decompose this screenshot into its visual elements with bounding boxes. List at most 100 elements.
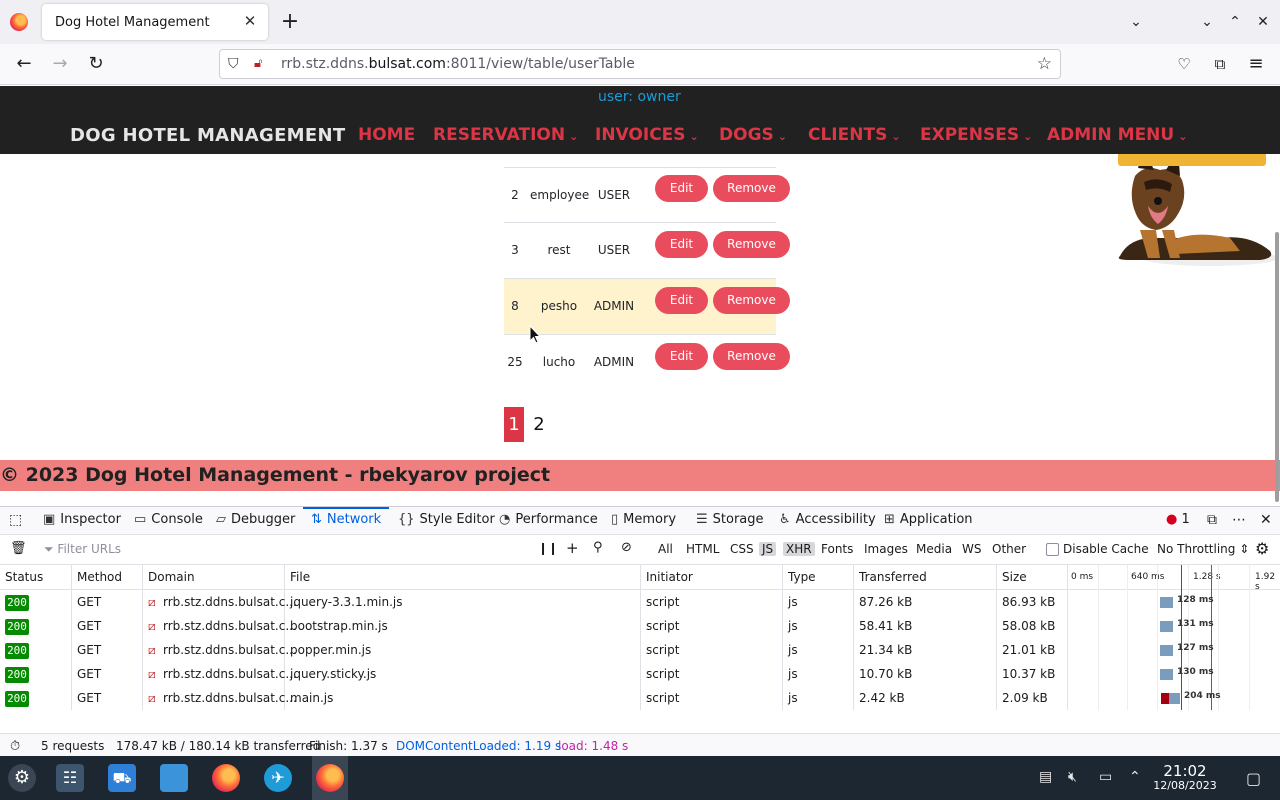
throttling-select[interactable]: No Throttling ⇕ bbox=[1157, 542, 1249, 556]
tab-style-editor[interactable]: {} Style Editor bbox=[398, 512, 495, 527]
table-row[interactable]: 200 GET ⧄ rrb.stz.ddns.bulsat.c... boots… bbox=[0, 614, 1280, 638]
clock[interactable]: 21:02 12/08/2023 bbox=[1152, 763, 1218, 793]
page-link-1[interactable]: 1 bbox=[504, 407, 524, 442]
maximize-icon[interactable]: ⌃ bbox=[1225, 12, 1245, 32]
tab-application[interactable]: ⊞ Application bbox=[884, 512, 973, 527]
filter-html[interactable]: HTML bbox=[686, 542, 719, 556]
remove-button[interactable]: Remove bbox=[713, 343, 790, 370]
forward-icon[interactable]: → bbox=[48, 52, 72, 76]
firefox-icon[interactable] bbox=[10, 13, 28, 31]
filter-all[interactable]: All bbox=[658, 542, 673, 556]
request-file: bootstrap.min.js bbox=[290, 619, 388, 633]
dock-icon[interactable]: ⧉ bbox=[1207, 512, 1217, 528]
tray-expand-icon[interactable]: ⌃ bbox=[1129, 769, 1141, 785]
firefox-icon[interactable] bbox=[212, 764, 240, 792]
filter-urls-input[interactable]: ⏷ Filter URLs bbox=[44, 542, 121, 557]
close-window-icon[interactable]: ✕ bbox=[1253, 12, 1273, 32]
column-type[interactable]: Type bbox=[788, 570, 816, 584]
menu-icon[interactable]: ≡ bbox=[1244, 52, 1268, 76]
element-picker-icon[interactable]: ⬚ bbox=[9, 512, 22, 528]
url-bar[interactable]: ⛉ 🔓︎ rrb.stz.ddns.bulsat.com:8011/view/t… bbox=[219, 49, 1061, 79]
filter-xhr[interactable]: XHR bbox=[783, 542, 815, 556]
pause-icon[interactable]: ❙❙ bbox=[538, 541, 558, 555]
page-scrollbar[interactable] bbox=[1275, 232, 1279, 502]
table-row[interactable]: 200 GET ⧄ rrb.stz.ddns.bulsat.c... main.… bbox=[0, 686, 1280, 710]
filter-fonts[interactable]: Fonts bbox=[821, 542, 853, 556]
tab-list-icon[interactable]: ⌄ bbox=[1126, 12, 1146, 32]
settings-gear-icon[interactable]: ⚙ bbox=[1255, 539, 1269, 558]
column-size[interactable]: Size bbox=[1002, 570, 1027, 584]
start-menu-icon[interactable]: ⚙ bbox=[8, 764, 36, 792]
tab-inspector[interactable]: ▣ Inspector bbox=[43, 512, 121, 527]
insecure-lock-icon[interactable]: 🔓︎ bbox=[254, 56, 262, 71]
edit-button[interactable]: Edit bbox=[655, 231, 708, 258]
minimize-icon[interactable]: ⌄ bbox=[1197, 12, 1217, 32]
summary-load: load: 1.48 s bbox=[558, 739, 629, 753]
show-desktop-icon[interactable]: ▢ bbox=[1246, 769, 1261, 788]
filter-images[interactable]: Images bbox=[864, 542, 908, 556]
remove-button[interactable]: Remove bbox=[713, 231, 790, 258]
remove-button[interactable]: Remove bbox=[713, 175, 790, 202]
edit-button[interactable]: Edit bbox=[655, 175, 708, 202]
menu-invoices[interactable]: INVOICES ⌄ bbox=[595, 125, 699, 145]
error-count-badge[interactable]: ● 1 bbox=[1166, 512, 1190, 527]
menu-reservation[interactable]: RESERVATION ⌄ bbox=[433, 125, 578, 145]
tab-performance[interactable]: ◔ Performance bbox=[499, 512, 598, 527]
block-icon[interactable]: ⊘ bbox=[621, 540, 632, 555]
tab-console[interactable]: ▭ Console bbox=[134, 512, 203, 527]
volume-muted-icon[interactable]: 🔇︎ bbox=[1068, 769, 1077, 785]
kde-connect-icon[interactable]: ✈ bbox=[264, 764, 292, 792]
filter-other[interactable]: Other bbox=[992, 542, 1026, 556]
column-domain[interactable]: Domain bbox=[148, 570, 195, 584]
menu-admin[interactable]: ADMIN MENU ⌄ bbox=[1047, 125, 1187, 145]
extensions-icon[interactable]: ⧉ bbox=[1208, 52, 1232, 76]
column-initiator[interactable]: Initiator bbox=[646, 570, 693, 584]
menu-clients[interactable]: CLIENTS ⌄ bbox=[808, 125, 901, 145]
column-status[interactable]: Status bbox=[5, 570, 43, 584]
table-row[interactable]: 200 GET ⧄ rrb.stz.ddns.bulsat.c... poppe… bbox=[0, 638, 1280, 662]
column-method[interactable]: Method bbox=[77, 570, 122, 584]
filter-css[interactable]: CSS bbox=[730, 542, 754, 556]
table-row[interactable]: 200 GET ⧄ rrb.stz.ddns.bulsat.c... jquer… bbox=[0, 590, 1280, 614]
browser-tab[interactable]: Dog Hotel Management ✕ bbox=[42, 4, 268, 40]
menu-dogs[interactable]: DOGS ⌄ bbox=[719, 125, 787, 145]
menu-expenses[interactable]: EXPENSES ⌄ bbox=[920, 125, 1032, 145]
filter-js[interactable]: JS bbox=[759, 542, 777, 556]
page-link-2[interactable]: 2 bbox=[530, 407, 548, 442]
filter-ws[interactable]: WS bbox=[962, 542, 981, 556]
edit-button[interactable]: Edit bbox=[655, 343, 708, 370]
tab-network[interactable]: ⇅ Network bbox=[311, 512, 381, 527]
shield-icon[interactable]: ⛉ bbox=[228, 56, 239, 72]
clipboard-icon[interactable]: ▤ bbox=[1039, 769, 1052, 785]
tab-accessibility[interactable]: ♿︎ Accessibility bbox=[779, 512, 876, 527]
column-transferred[interactable]: Transferred bbox=[859, 570, 927, 584]
tab-storage[interactable]: ☰ Storage bbox=[696, 512, 764, 527]
more-options-icon[interactable]: ⋯ bbox=[1232, 512, 1246, 528]
reload-icon[interactable]: ↻ bbox=[84, 52, 108, 76]
new-tab-button[interactable]: + bbox=[278, 8, 302, 36]
column-file[interactable]: File bbox=[290, 570, 310, 584]
bookmark-star-icon[interactable]: ☆ bbox=[1037, 54, 1052, 74]
settings-panel-icon[interactable]: ☷ bbox=[56, 764, 84, 792]
disable-cache-checkbox[interactable] bbox=[1046, 543, 1059, 556]
trash-icon[interactable]: 🗑︎ bbox=[10, 541, 27, 556]
pocket-icon[interactable]: ♡ bbox=[1172, 52, 1196, 76]
add-icon[interactable]: + bbox=[566, 539, 579, 557]
filter-media[interactable]: Media bbox=[916, 542, 952, 556]
close-devtools-icon[interactable]: ✕ bbox=[1260, 512, 1272, 528]
request-transferred: 21.34 kB bbox=[859, 643, 913, 657]
tab-memory[interactable]: ▯ Memory bbox=[611, 512, 676, 527]
active-firefox-window[interactable] bbox=[312, 756, 348, 800]
search-icon[interactable]: ⚲ bbox=[593, 540, 603, 555]
back-icon[interactable]: ← bbox=[12, 52, 36, 76]
close-tab-icon[interactable]: ✕ bbox=[240, 11, 260, 31]
network-icon[interactable]: ▭ bbox=[1099, 769, 1112, 785]
remove-button[interactable]: Remove bbox=[713, 287, 790, 314]
tab-debugger[interactable]: ▱ Debugger bbox=[216, 512, 295, 527]
table-row[interactable]: 200 GET ⧄ rrb.stz.ddns.bulsat.c... jquer… bbox=[0, 662, 1280, 686]
edit-button[interactable]: Edit bbox=[655, 287, 708, 314]
file-manager-icon[interactable] bbox=[160, 764, 188, 792]
menu-home[interactable]: HOME bbox=[358, 125, 415, 145]
site-brand[interactable]: DOG HOTEL MANAGEMENT bbox=[70, 125, 345, 146]
store-icon[interactable]: ⛟ bbox=[108, 764, 136, 792]
